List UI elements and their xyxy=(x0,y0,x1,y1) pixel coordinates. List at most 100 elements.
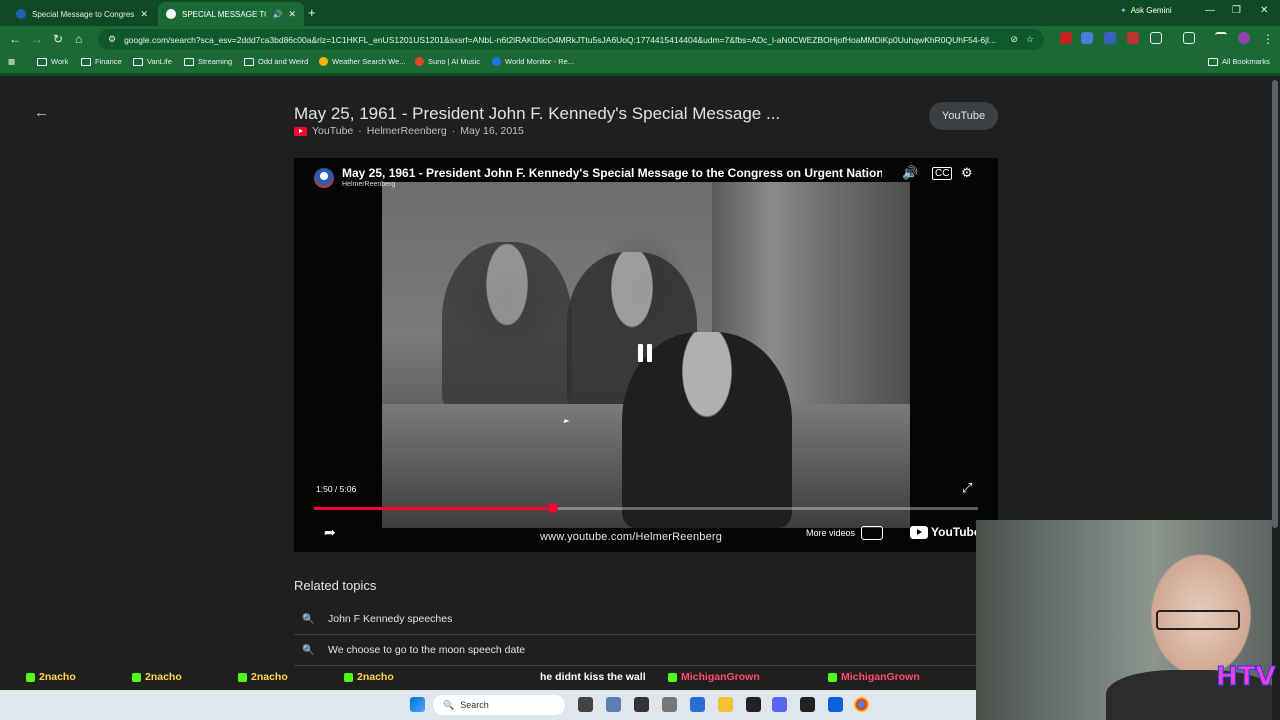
tab-special-message[interactable]: Special Message to Congress o ✕ xyxy=(8,2,156,26)
video-watermark: www.youtube.com/HelmerReenberg xyxy=(540,531,723,543)
home-button[interactable]: ⌂ xyxy=(75,32,82,46)
restore-button[interactable]: ❐ xyxy=(1232,5,1241,16)
progress-scrubber[interactable] xyxy=(548,503,559,513)
minimize-button[interactable]: — xyxy=(1205,5,1215,16)
app-icon[interactable] xyxy=(634,697,649,712)
taskbar-search[interactable]: 🔍 Search xyxy=(433,695,565,715)
share-icon[interactable]: ➦ xyxy=(324,524,336,541)
close-tab-icon[interactable]: ✕ xyxy=(288,9,296,20)
chat-text: he didnt kiss the wall xyxy=(540,671,646,683)
channel-avatar[interactable] xyxy=(314,168,334,188)
chat-username: 2nacho xyxy=(357,671,394,683)
site-info-icon[interactable]: ⚙ xyxy=(108,34,116,45)
bookmark-label: Streaming xyxy=(198,57,233,66)
related-topic-item[interactable]: 🔍 John F Kennedy speeches xyxy=(294,604,976,635)
bookmark-streaming[interactable]: Streaming xyxy=(184,57,232,66)
search-icon: 🔍 xyxy=(302,644,315,656)
address-bar[interactable]: ⚙ google.com/search?sca_esv=2ddd7ca3bd86… xyxy=(98,29,1044,50)
extensions-puzzle-icon[interactable] xyxy=(1150,32,1162,44)
folder-icon xyxy=(133,57,143,66)
chatgpt-icon[interactable] xyxy=(800,697,815,712)
ask-gemini-label: Ask Gemini xyxy=(1130,6,1172,15)
menu-icon[interactable]: ⋮ xyxy=(1262,32,1274,46)
video-player[interactable]: May 25, 1961 - President John F. Kennedy… xyxy=(294,158,998,552)
app-icon[interactable] xyxy=(690,697,705,712)
volume-icon[interactable]: 🔊 xyxy=(902,165,918,181)
bookmark-weather[interactable]: Weather Search We... xyxy=(319,57,406,66)
bookmark-label: Finance xyxy=(95,57,122,66)
fullscreen-icon[interactable]: ⤢ xyxy=(962,480,972,496)
bookmark-suno[interactable]: Suno | AI Music xyxy=(415,57,480,66)
bookmark-work[interactable]: Work xyxy=(37,57,68,66)
extension-icon[interactable] xyxy=(1104,32,1116,44)
reading-icon[interactable] xyxy=(1215,32,1227,44)
new-tab-button[interactable]: + xyxy=(308,5,316,20)
chat-message: he didnt kiss the wall xyxy=(540,671,646,683)
player-video-title[interactable]: May 25, 1961 - President John F. Kennedy… xyxy=(342,166,882,180)
badge-icon xyxy=(238,672,247,682)
bookmark-vanlife[interactable]: VanLife xyxy=(133,57,172,66)
app-icon[interactable] xyxy=(662,697,677,712)
result-source: YouTube xyxy=(312,125,354,137)
apps-grid-icon[interactable]: ▦ xyxy=(8,57,15,66)
chat-username: 2nacho xyxy=(251,671,288,683)
audio-playing-icon[interactable]: 🔊 xyxy=(272,10,282,19)
profile-avatar[interactable] xyxy=(1238,32,1250,44)
captions-icon[interactable]: CC xyxy=(932,167,953,180)
star-icon[interactable]: ☆ xyxy=(1026,34,1034,45)
search-icon: 🔍 xyxy=(302,613,315,625)
forward-button[interactable]: → xyxy=(31,32,43,46)
settings-gear-icon[interactable]: ⚙ xyxy=(961,165,973,181)
bookmark-label: VanLife xyxy=(147,57,172,66)
ask-gemini-button[interactable]: ✦ Ask Gemini xyxy=(1120,6,1172,15)
windows-start-icon[interactable] xyxy=(410,697,425,712)
pause-icon[interactable] xyxy=(638,344,654,362)
app-icon[interactable] xyxy=(746,697,761,712)
task-view-icon[interactable] xyxy=(578,697,593,712)
chat-username: MichiganGrown xyxy=(841,671,920,683)
settings-icon[interactable] xyxy=(606,697,621,712)
eye-off-icon[interactable]: ⊘ xyxy=(1010,34,1018,45)
suno-icon xyxy=(415,57,424,66)
more-videos-button[interactable]: More videos xyxy=(806,526,884,540)
chat-message: 2nacho xyxy=(238,671,288,683)
badge-icon xyxy=(828,672,837,682)
playback-time: 1:50 / 5:06 xyxy=(316,484,357,494)
close-window-button[interactable]: ✕ xyxy=(1260,5,1268,16)
tab-active-search[interactable]: SPECIAL MESSAGE TO CON 🔊 ✕ xyxy=(158,2,304,26)
chat-message: 2nacho xyxy=(344,671,394,683)
related-topic-item[interactable]: 🔍 We choose to go to the moon speech dat… xyxy=(294,635,976,666)
extension-icon[interactable] xyxy=(1060,32,1072,44)
player-channel-name[interactable]: HelmerReenberg xyxy=(342,181,395,188)
outlook-icon[interactable] xyxy=(828,697,843,712)
all-bookmarks[interactable]: All Bookmarks xyxy=(1208,57,1270,66)
close-tab-icon[interactable]: ✕ xyxy=(140,9,148,20)
chrome-icon[interactable] xyxy=(854,697,869,712)
meta-separator: · xyxy=(358,125,362,137)
discord-icon[interactable] xyxy=(772,697,787,712)
htv-logo: HTV xyxy=(1216,662,1277,693)
badge-icon xyxy=(344,672,353,682)
open-youtube-button[interactable]: YouTube xyxy=(929,102,998,130)
youtube-logo[interactable]: YouTube xyxy=(910,525,981,539)
file-explorer-icon[interactable] xyxy=(718,697,733,712)
back-arrow-icon[interactable]: ← xyxy=(34,104,49,121)
sidepanel-icon[interactable] xyxy=(1183,32,1195,44)
translate-icon[interactable] xyxy=(1081,32,1093,44)
chat-message: 2nacho xyxy=(132,671,182,683)
progress-bar[interactable] xyxy=(314,503,978,513)
folder-icon xyxy=(1208,57,1218,66)
reload-button[interactable]: ↻ xyxy=(53,32,63,46)
globe-icon xyxy=(492,57,501,66)
chat-username: MichiganGrown xyxy=(681,671,760,683)
gemini-icon: ✦ xyxy=(1120,6,1127,15)
back-button[interactable]: ← xyxy=(9,32,21,46)
extension-icon[interactable] xyxy=(1127,32,1139,44)
page-scrollbar[interactable] xyxy=(1272,80,1278,528)
result-channel: HelmerReenberg xyxy=(366,125,447,137)
video-result-title[interactable]: May 25, 1961 - President John F. Kennedy… xyxy=(294,104,780,124)
bookmark-odd-and-weird[interactable]: Odd and Weird xyxy=(244,57,308,66)
bookmark-world-monitor[interactable]: World Monitor - Re... xyxy=(492,57,574,66)
tab-title: SPECIAL MESSAGE TO CON xyxy=(182,9,266,19)
bookmark-finance[interactable]: Finance xyxy=(81,57,122,66)
